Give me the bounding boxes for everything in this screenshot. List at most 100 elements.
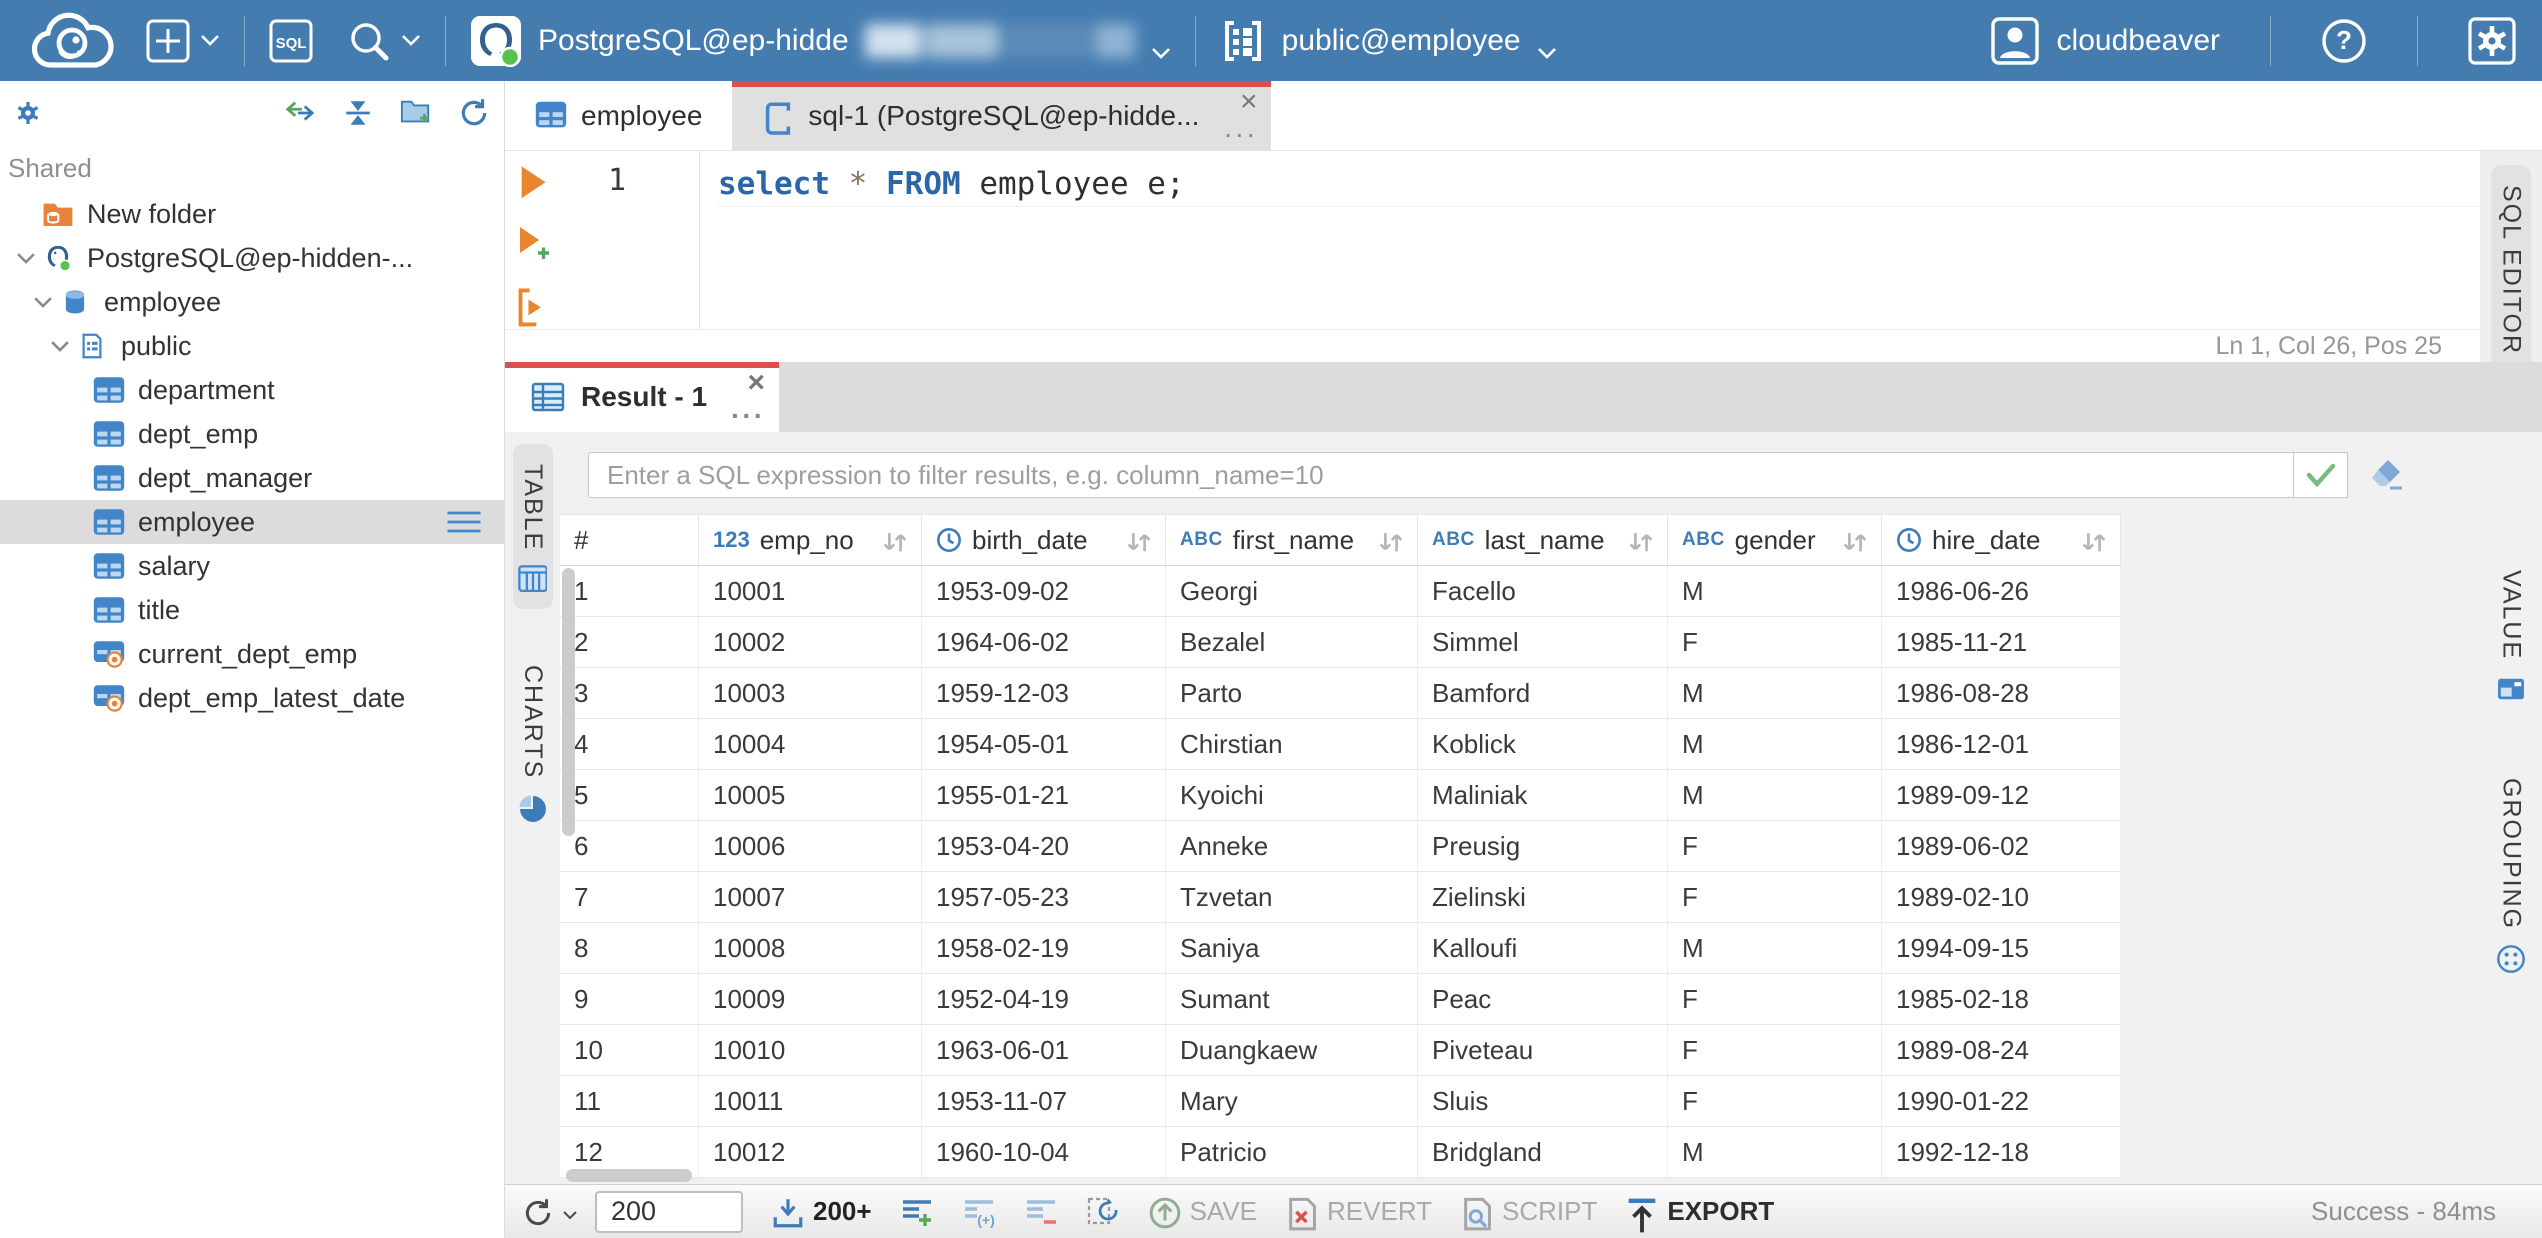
- link-with-editor-icon[interactable]: [284, 97, 316, 127]
- grid-cell[interactable]: 1957-05-23: [922, 872, 1166, 922]
- grid-cell[interactable]: Patricio: [1166, 1127, 1418, 1177]
- horizontal-scrollbar-thumb[interactable]: [566, 1169, 692, 1182]
- grid-cell[interactable]: Maliniak: [1418, 770, 1668, 820]
- grid-cell[interactable]: 10005: [699, 770, 922, 820]
- execute-query-new-tab-button[interactable]: [516, 225, 550, 261]
- grid-cell[interactable]: 1953-09-02: [922, 566, 1166, 616]
- grid-cell[interactable]: F: [1668, 872, 1882, 922]
- grid-cell[interactable]: 10008: [699, 923, 922, 973]
- grid-cell[interactable]: 1989-09-12: [1882, 770, 2121, 820]
- duplicate-row-button[interactable]: (+): [962, 1196, 996, 1228]
- grid-cell[interactable]: 10009: [699, 974, 922, 1024]
- sidebar-settings-gear-icon[interactable]: [12, 97, 44, 127]
- grid-cell[interactable]: F: [1668, 974, 1882, 1024]
- row-number-cell[interactable]: 4: [560, 719, 699, 769]
- new-folder-icon[interactable]: [400, 97, 432, 127]
- grid-cell[interactable]: 10003: [699, 668, 922, 718]
- grid-cell[interactable]: Anneke: [1166, 821, 1418, 871]
- collapse-all-icon[interactable]: [342, 97, 374, 127]
- column-header-birth_date[interactable]: birth_date: [922, 515, 1166, 565]
- row-number-cell[interactable]: 7: [560, 872, 699, 922]
- execute-script-button[interactable]: [516, 287, 550, 327]
- help-button[interactable]: ?: [2321, 18, 2367, 64]
- grid-cell[interactable]: Zielinski: [1418, 872, 1668, 922]
- filter-input[interactable]: [588, 452, 2294, 498]
- grid-cell[interactable]: 1986-12-01: [1882, 719, 2121, 769]
- grid-cell[interactable]: Tzvetan: [1166, 872, 1418, 922]
- connection-selector[interactable]: PostgreSQL@ep-hidde: [470, 15, 1171, 67]
- delete-row-button[interactable]: [1024, 1196, 1058, 1228]
- tree-item-dept_emp[interactable]: dept_emp: [0, 412, 504, 456]
- grid-cell[interactable]: F: [1668, 1076, 1882, 1126]
- column-header-rownum[interactable]: #: [560, 515, 699, 565]
- grid-cell[interactable]: Simmel: [1418, 617, 1668, 667]
- grid-cell[interactable]: 10011: [699, 1076, 922, 1126]
- grid-cell[interactable]: Duangkaew: [1166, 1025, 1418, 1075]
- grid-cell[interactable]: Sumant: [1166, 974, 1418, 1024]
- grid-cell[interactable]: F: [1668, 821, 1882, 871]
- tree-item-department[interactable]: department: [0, 368, 504, 412]
- grid-cell[interactable]: 1994-09-15: [1882, 923, 2121, 973]
- row-limit-input[interactable]: [595, 1190, 743, 1233]
- grid-cell[interactable]: M: [1668, 668, 1882, 718]
- grid-cell[interactable]: 1953-04-20: [922, 821, 1166, 871]
- column-header-last_name[interactable]: ABC last_name: [1418, 515, 1668, 565]
- grid-cell[interactable]: F: [1668, 617, 1882, 667]
- tree-item-dept_manager[interactable]: dept_manager: [0, 456, 504, 500]
- export-button[interactable]: EXPORT: [1625, 1196, 1774, 1232]
- grid-cell[interactable]: 10001: [699, 566, 922, 616]
- side-tab-charts[interactable]: CHARTS: [513, 645, 553, 837]
- apply-filter-button[interactable]: [2294, 452, 2348, 498]
- row-number-cell[interactable]: 9: [560, 974, 699, 1024]
- grid-cell[interactable]: M: [1668, 1127, 1882, 1177]
- grid-cell[interactable]: Bezalel: [1166, 617, 1418, 667]
- tree-item-employee[interactable]: employee: [0, 280, 504, 324]
- grid-cell[interactable]: 1959-12-03: [922, 668, 1166, 718]
- grid-cell[interactable]: M: [1668, 770, 1882, 820]
- row-number-cell[interactable]: 8: [560, 923, 699, 973]
- grid-cell[interactable]: M: [1668, 719, 1882, 769]
- schema-selector[interactable]: public@employee: [1220, 18, 1557, 64]
- open-sql-editor-button[interactable]: SQL: [269, 19, 313, 63]
- grid-cell[interactable]: 1989-02-10: [1882, 872, 2121, 922]
- grid-cell[interactable]: 1986-08-28: [1882, 668, 2121, 718]
- grid-cell[interactable]: 10010: [699, 1025, 922, 1075]
- grid-cell[interactable]: Bridgland: [1418, 1127, 1668, 1177]
- column-header-hire_date[interactable]: hire_date: [1882, 515, 2121, 565]
- grid-cell[interactable]: 10012: [699, 1127, 922, 1177]
- code-editor[interactable]: select * FROM employee e;: [700, 151, 2480, 329]
- expander-chevron-icon[interactable]: [27, 291, 59, 313]
- grid-cell[interactable]: M: [1668, 923, 1882, 973]
- row-number-cell[interactable]: 3: [560, 668, 699, 718]
- clear-filter-icon[interactable]: [2368, 458, 2406, 492]
- grid-cell[interactable]: F: [1668, 1025, 1882, 1075]
- close-icon[interactable]: ×: [748, 368, 766, 398]
- grid-cell[interactable]: 10002: [699, 617, 922, 667]
- side-tab-table[interactable]: TABLE: [512, 444, 553, 610]
- tree-item-current_dept_emp[interactable]: current_dept_emp: [0, 632, 504, 676]
- grid-cell[interactable]: 1989-06-02: [1882, 821, 2121, 871]
- row-number-cell[interactable]: 1: [560, 566, 699, 616]
- grid-cell[interactable]: 1963-06-01: [922, 1025, 1166, 1075]
- grid-cell[interactable]: Parto: [1166, 668, 1418, 718]
- fetch-more-button[interactable]: 200+: [771, 1196, 872, 1228]
- grid-cell[interactable]: Bamford: [1418, 668, 1668, 718]
- refresh-results-button[interactable]: [521, 1196, 577, 1228]
- grid-cell[interactable]: 1964-06-02: [922, 617, 1166, 667]
- grid-cell[interactable]: Saniya: [1166, 923, 1418, 973]
- grid-cell[interactable]: Sluis: [1418, 1076, 1668, 1126]
- grid-cell[interactable]: Georgi: [1166, 566, 1418, 616]
- tab-menu-icon[interactable]: ···: [731, 402, 765, 430]
- grid-cell[interactable]: 1954-05-01: [922, 719, 1166, 769]
- row-number-cell[interactable]: 2: [560, 617, 699, 667]
- grid-cell[interactable]: Peac: [1418, 974, 1668, 1024]
- row-number-cell[interactable]: 11: [560, 1076, 699, 1126]
- grid-cell[interactable]: Facello: [1418, 566, 1668, 616]
- tree-item-public[interactable]: public: [0, 324, 504, 368]
- grid-cell[interactable]: Koblick: [1418, 719, 1668, 769]
- grid-cell[interactable]: 10006: [699, 821, 922, 871]
- side-tab-value[interactable]: VALUE: [2491, 550, 2531, 718]
- close-icon[interactable]: ×: [1240, 87, 1258, 117]
- grid-cell[interactable]: 1958-02-19: [922, 923, 1166, 973]
- grid-cell[interactable]: Chirstian: [1166, 719, 1418, 769]
